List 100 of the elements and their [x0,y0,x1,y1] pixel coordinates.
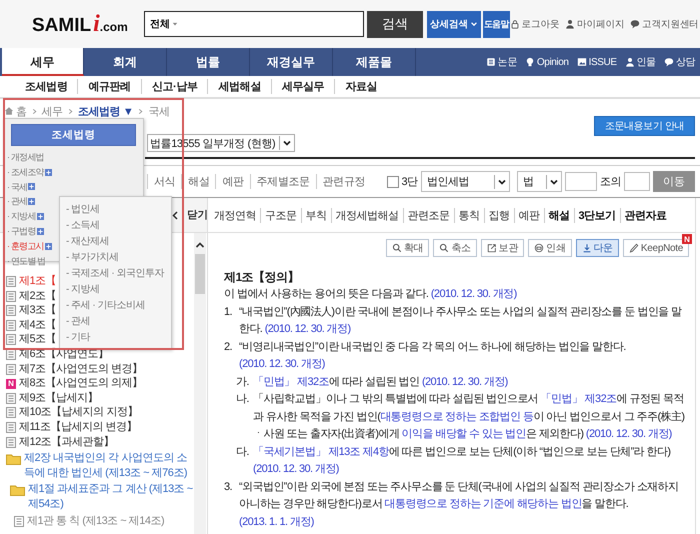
section-tree-item[interactable]: 제1관 통 칙 (제13조 ~ 제14조) [14,514,164,528]
law-link[interactable]: (2010. 12. 30. 개정) [253,463,339,475]
menu-item[interactable]: · 지방세 [4,209,44,224]
sub-nav-link[interactable]: 예규판례 [77,79,141,94]
chapter-tree-item[interactable]: 제2장 내국법인의 각 사업연도의 소득에 대한 법인세 (제13조 ~ 제76조) [6,451,194,480]
article-tree-item[interactable]: N 제8조【사업연도의 의제】 [6,376,143,391]
article-tree-item[interactable]: 제11조【납세지의 변경】 [6,420,137,435]
user-link[interactable]: 로그아웃 [510,18,560,30]
law-link[interactable]: (2013. 1. 1. 개정) [239,516,314,528]
menu-item[interactable]: · 연도별 법 [4,254,46,268]
article-tab[interactable]: 해설 [544,208,574,222]
article-tab[interactable]: 집행 [484,208,514,222]
article-tree-item[interactable]: 제4조【 [6,318,56,332]
toolbar-button[interactable]: 인쇄 [528,239,572,257]
sub-nav-link[interactable]: 신고·납부 [140,79,208,94]
view-tab[interactable]: 서식 [147,174,182,189]
article-tree-item[interactable]: 제5조【 [6,332,56,347]
nav-tab[interactable]: 세무 [2,48,84,76]
toolbar-button[interactable]: 보관 [480,239,524,257]
menu-item[interactable]: · 훈령고시 [4,238,52,254]
breadcrumb-link[interactable]: 국세 [148,104,170,118]
article-tab[interactable]: 통칙 [454,208,484,222]
view-tab[interactable]: 주제별조문 [250,174,316,189]
toolbar-button[interactable]: 축소 [433,239,477,257]
law-link[interactable]: (2010. 12. 30. 개정) [430,288,517,300]
nav-link[interactable]: ISSUE [576,56,617,68]
sub-article-field[interactable] [624,172,650,191]
law-link[interactable]: 「국세기본법」 제13조 제4항 [253,446,389,458]
chapter-tree-item[interactable]: 제1절 과세표준과 그 계산 (제13조 ~ 제54조) [10,482,194,512]
menu-item[interactable]: · 국세 [4,180,36,194]
submenu-item[interactable]: - 기타 [66,330,90,346]
submenu-item[interactable]: - 주세 · 기타소비세 [66,298,145,314]
article-tab[interactable]: 구조문 [260,208,300,222]
article-tab[interactable]: 개정연혁 [210,208,260,222]
advanced-search-button[interactable]: 상세검색 [427,10,481,38]
submenu-item[interactable]: - 법인세 [66,202,100,218]
nav-link[interactable]: 논문 [486,55,517,69]
submenu-item[interactable]: - 부가가치세 [66,250,119,266]
article-tree-item[interactable]: 제3조【 [6,303,56,318]
three-column-checkbox[interactable]: 3단 [387,174,418,189]
article-tree-item[interactable]: 제7조【사업연도의 변경】 [6,362,143,376]
help-button[interactable]: 도움말 [483,10,510,38]
nav-tab[interactable]: 제품몰 [333,48,416,76]
article-tab[interactable]: 관련조문 [402,208,454,222]
view-tab[interactable]: 예판 [215,174,250,189]
guide-button[interactable]: 조문내용보기 안내 [594,116,695,136]
law-link[interactable]: 이익을 배당할 수 있는 법인 [402,428,526,440]
nav-link[interactable]: 인물 [624,55,656,69]
view-tab[interactable]: 해설 [181,174,216,189]
law-link[interactable]: (2010. 12. 30. 개정) [586,428,672,440]
article-tab[interactable]: 관련자료 [620,208,671,222]
article-tab[interactable]: 개정세법해설 [330,208,402,222]
user-link[interactable]: 마이페이지 [565,18,624,30]
law-link[interactable]: 대통령령으로 정하는 기준에 해당하는 법인 [384,498,582,510]
search-field[interactable]: 전체 [144,11,364,37]
menu-item[interactable]: · 관세 [4,194,36,210]
article-tree-item[interactable]: 제9조【납세지】 [6,390,98,406]
article-tree-item[interactable]: 제2조【 [6,288,56,304]
breadcrumb-link[interactable]: 세무 [42,104,63,118]
article-tree-item[interactable]: 제1조【 [6,274,56,289]
article-tab[interactable]: 3단보기 [574,208,620,222]
submenu-item[interactable]: - 관세 [66,314,90,330]
level-select[interactable]: 법 [516,171,562,192]
law-link[interactable]: 대통령령으로 정하는 조합법인 등 [380,410,534,422]
menu-item[interactable]: · 개정세법 [4,150,44,165]
menu-item[interactable]: · 조세조약 [4,164,52,180]
sub-nav-link[interactable]: 세무실무 [270,79,334,94]
view-tab[interactable]: 관련규정 [316,174,372,189]
article-tab[interactable]: 부칙 [300,208,330,222]
nav-tab[interactable]: 재경실무 [250,48,333,76]
article-tree-item[interactable]: 제12조【과세관할】 [6,434,114,450]
law-link[interactable]: 「민법」 제32조 [253,376,329,388]
nav-link[interactable]: 상담 [664,55,695,69]
home-link[interactable]: 홈 [4,104,27,118]
scroll-thumb[interactable] [195,254,205,294]
submenu-item[interactable]: - 국제조세 · 외국인투자 [66,266,164,282]
sub-nav-link[interactable]: 조세법령 [15,79,78,94]
nav-link[interactable]: Opinion [524,56,569,68]
breadcrumb-menu-link[interactable]: 조세법령 ▼ [78,104,134,118]
article-number-field[interactable] [564,172,597,191]
search-button[interactable]: 검색 [367,10,423,38]
nav-tab[interactable]: 회계 [84,48,167,76]
search-scope-select[interactable]: 전체 [145,17,183,31]
user-link[interactable]: 고객지원센터 [630,18,699,30]
toolbar-button[interactable]: 다운 [576,239,619,257]
law-select[interactable]: 법인세법 [420,171,510,192]
submenu-item[interactable]: - 재산제세 [66,234,110,250]
close-panel-button[interactable]: 닫기 [172,208,208,222]
submenu-item[interactable]: - 소득세 [66,218,100,234]
site-logo[interactable]: SAMILi.com [32,10,144,38]
sub-nav-link[interactable]: 자료실 [334,79,388,94]
scrollbar[interactable] [194,233,206,534]
article-tab[interactable]: 예판 [514,208,544,222]
menu-item[interactable]: · 구법령 [4,224,44,239]
nav-tab[interactable]: 법률 [167,48,250,76]
toolbar-button[interactable]: 확대 [386,239,430,257]
article-tree-item[interactable]: 제10조【납세지의 지정】 [6,405,138,420]
law-link[interactable]: 「민법」 제32조 [540,393,616,405]
submenu-item[interactable]: - 지방세 [66,282,100,298]
law-link[interactable]: (2010. 12. 30. 개정) [239,358,325,370]
